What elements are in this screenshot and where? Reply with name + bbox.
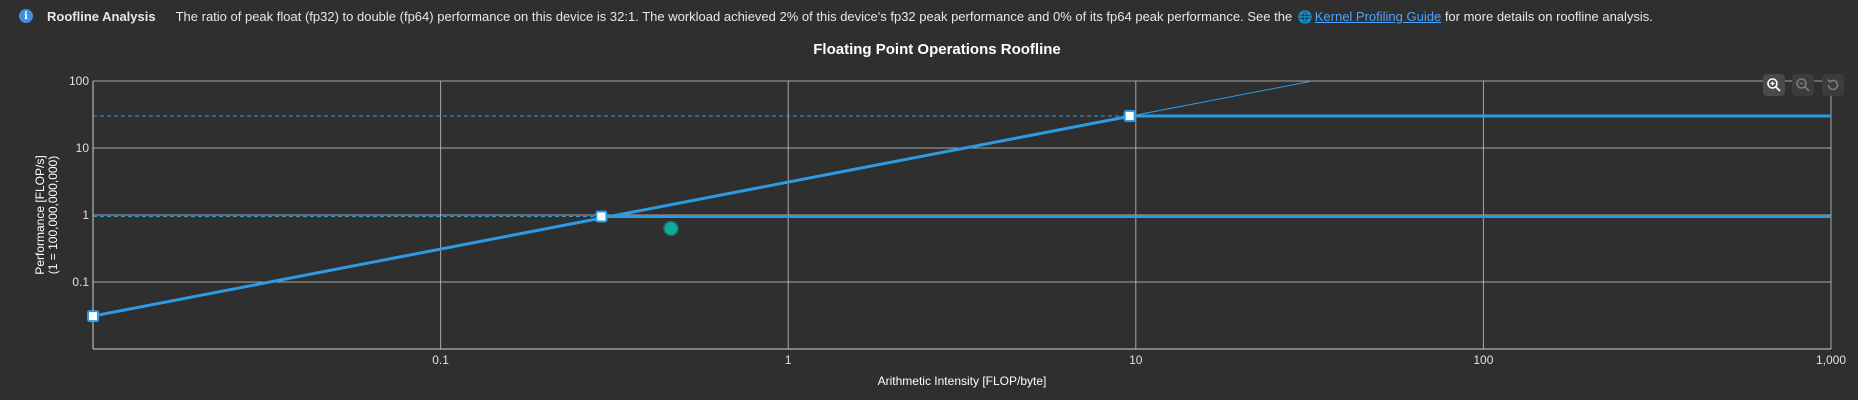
bandwidth-start-point: [87, 310, 99, 323]
zoom-out-button[interactable]: [1792, 74, 1814, 96]
chart-title: Floating Point Operations Roofline: [813, 41, 1061, 58]
x-tick-label: 0.1: [432, 353, 449, 367]
x-tick-label: 10: [1129, 353, 1143, 367]
zoom-out-icon: [1796, 78, 1810, 92]
fp64-ridge-point: [595, 210, 608, 223]
x-tick-label: 1,000: [1816, 353, 1846, 367]
zoom-in-button[interactable]: [1763, 74, 1785, 96]
x-tick-label: 1: [785, 353, 792, 367]
achieved-performance-point: [663, 220, 679, 237]
roofline-chart: Floating Point Operations Roofline 0.1 1 1…: [33, 41, 1846, 388]
bandwidth-roof-extension: [1129, 80, 1313, 117]
y-tick-label: 100: [69, 74, 89, 88]
y-tick-label: 1: [82, 208, 89, 222]
chart-marks: [87, 80, 1831, 323]
fp32-ridge-point: [1123, 110, 1136, 123]
x-axis-label: Arithmetic Intensity [FLOP/byte]: [878, 374, 1047, 388]
y-tick-label: 10: [76, 141, 90, 155]
y-axis-label: Performance [FLOP/s]: [33, 155, 47, 274]
y-axis-unit-label: (1 = 100,000,000,000): [46, 156, 60, 274]
reset-zoom-icon: [1827, 79, 1839, 91]
zoom-in-icon: [1767, 78, 1781, 92]
reset-zoom-button[interactable]: [1822, 74, 1844, 96]
y-tick-label: 0.1: [72, 275, 89, 289]
chart-axes: 0.1 1 10 100 1,000 0.1 1 10 100: [69, 74, 1846, 367]
x-tick-label: 100: [1473, 353, 1493, 367]
